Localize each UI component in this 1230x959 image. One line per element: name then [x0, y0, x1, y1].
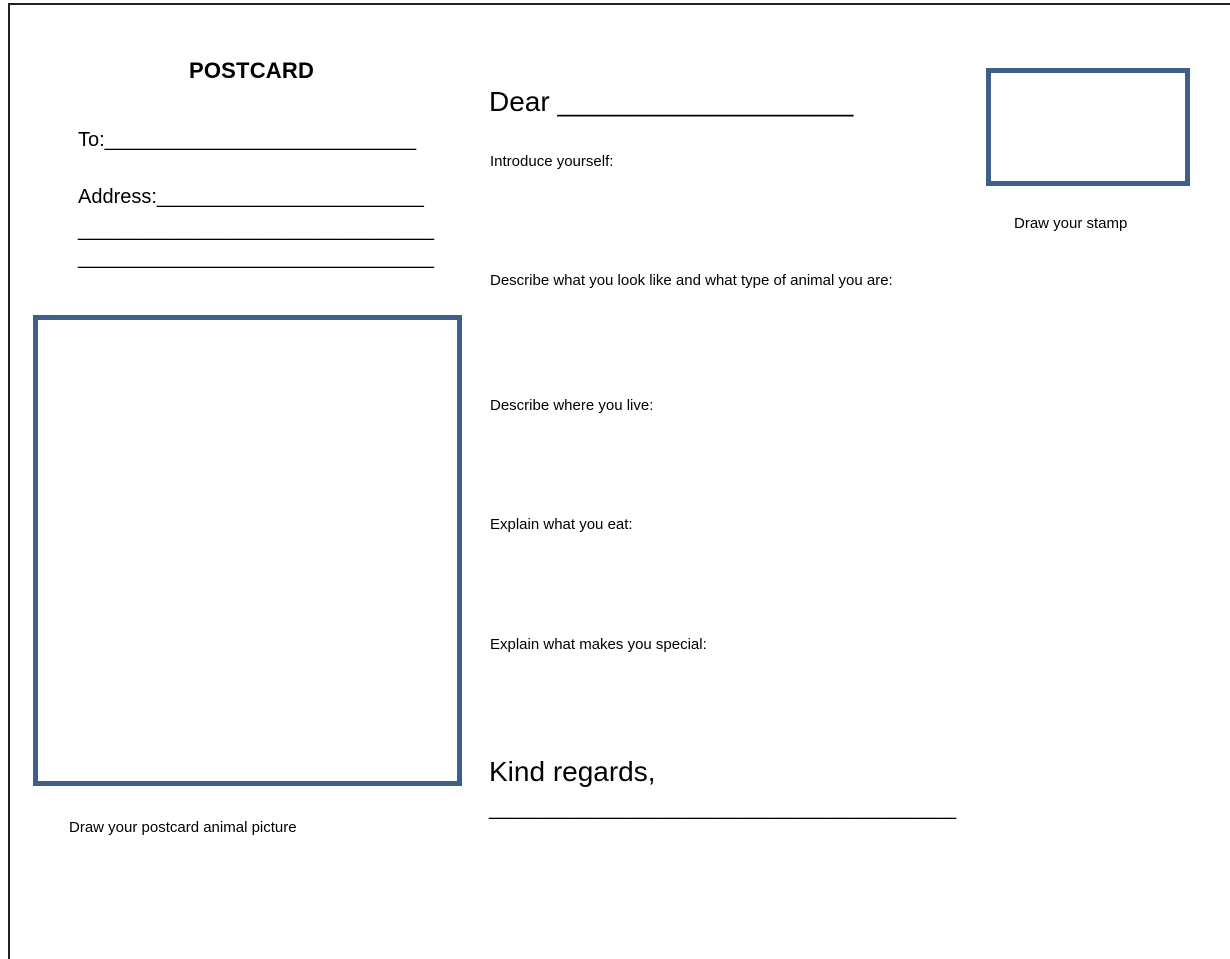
to-field-line: To:____________________________	[78, 129, 417, 151]
animal-picture-caption: Draw your postcard animal picture	[69, 819, 297, 836]
prompt-what-you-eat: Explain what you eat:	[490, 516, 633, 533]
closing-text: Kind regards,	[489, 756, 656, 787]
address-field-line: Address:________________________	[78, 186, 424, 208]
stamp-frame	[986, 68, 1190, 186]
prompt-introduce: Introduce yourself:	[490, 153, 614, 170]
prompt-where-you-live: Describe where you live:	[490, 397, 654, 414]
postcard-title: POSTCARD	[189, 58, 315, 83]
prompt-what-makes-special: Explain what makes you special:	[490, 636, 707, 653]
stamp-caption: Draw your stamp	[1014, 215, 1128, 232]
signature-line: ________________________________________…	[489, 798, 957, 820]
prompt-describe-appearance: Describe what you look like and what typ…	[490, 272, 893, 289]
animal-picture-frame	[33, 315, 462, 786]
address-blank-line: ________________________________	[78, 247, 434, 269]
greeting-line: Dear ___________________	[489, 86, 854, 117]
address-blank-line: ________________________________	[78, 219, 434, 241]
